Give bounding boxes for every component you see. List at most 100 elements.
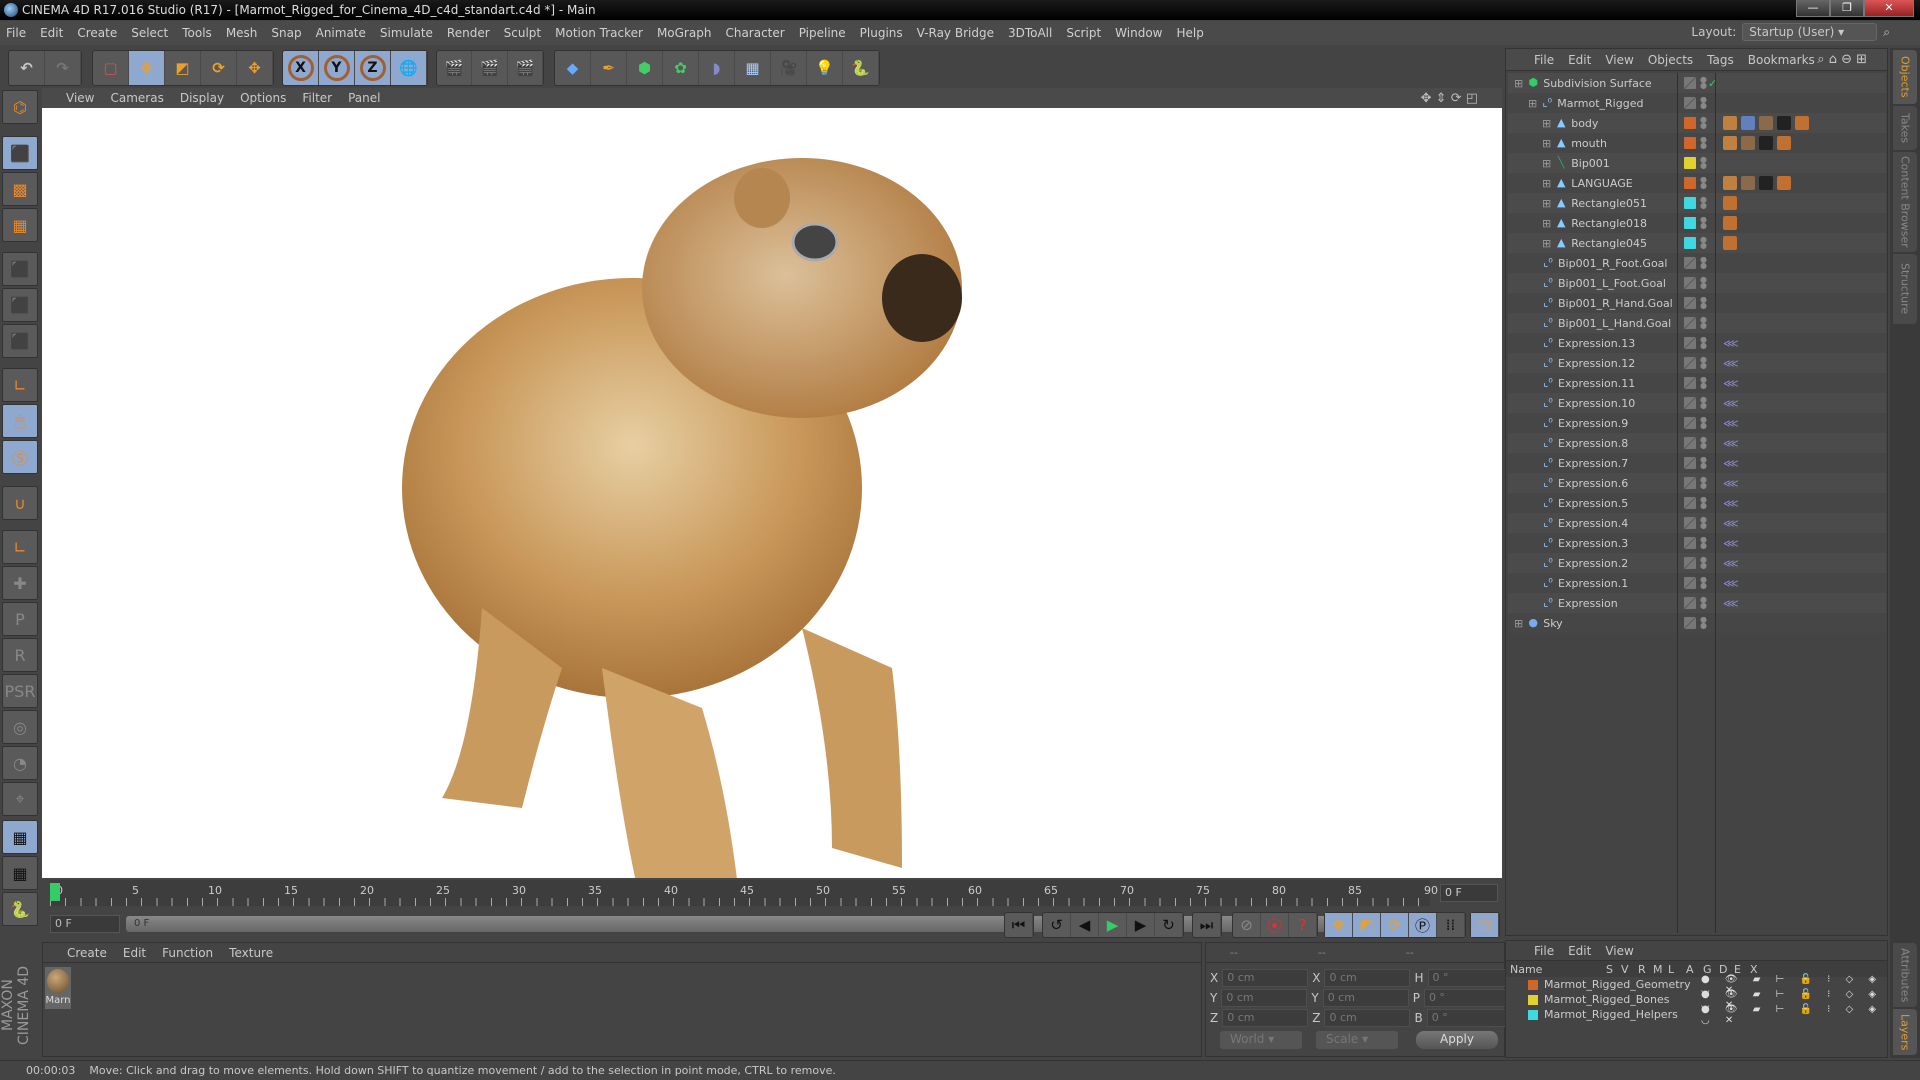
object-row[interactable]: ⌞⁰ Expression.11 ● ● ⋘ <box>1508 373 1886 393</box>
material-menu-function[interactable]: Function <box>162 946 213 960</box>
xpresso-tag-icon[interactable]: ⋘ <box>1723 577 1739 590</box>
layer-column-header[interactable]: S <box>1606 963 1613 976</box>
layer-color-swatch[interactable] <box>1684 577 1696 589</box>
ik-pin-icon[interactable]: ⌖ <box>2 782 38 816</box>
layer-color-swatch[interactable] <box>1684 477 1696 489</box>
object-row[interactable]: ⌞⁰ Bip001_L_Foot.Goal ● ● <box>1508 273 1886 293</box>
render-view-icon[interactable]: 🎬 <box>437 51 473 85</box>
object-row[interactable]: ⊞ ▲ mouth ● ● <box>1508 133 1886 153</box>
xpresso-tag-icon[interactable]: ⋘ <box>1723 417 1739 430</box>
visibility-dots-icon[interactable]: ● ● <box>1700 416 1707 430</box>
object-tag-icon[interactable] <box>1795 116 1809 130</box>
pos-y-field[interactable]: 0 cm <box>1221 989 1308 1007</box>
layer-color-swatch[interactable] <box>1684 257 1696 269</box>
object-row[interactable]: ⊞ ▲ body ● ● <box>1508 113 1886 133</box>
expand-icon[interactable]: ⊞ <box>1542 157 1551 170</box>
visibility-dots-icon[interactable]: ● ● <box>1700 516 1707 530</box>
layer-color-swatch[interactable] <box>1684 377 1696 389</box>
python-icon[interactable]: 🐍 <box>843 51 879 85</box>
objects-menu-bookmarks[interactable]: Bookmarks <box>1748 53 1815 67</box>
menu-pipeline[interactable]: Pipeline <box>799 26 846 40</box>
expand-icon[interactable]: ⊞ <box>1542 237 1551 250</box>
object-row[interactable]: ⌞⁰ Expression.8 ● ● ⋘ <box>1508 433 1886 453</box>
y-axis-lock[interactable]: Y <box>319 51 355 85</box>
object-row[interactable]: ⌞⁰ Expression.6 ● ● ⋘ <box>1508 473 1886 493</box>
layer-color-swatch[interactable] <box>1528 979 1538 990</box>
layer-color-swatch[interactable] <box>1684 277 1696 289</box>
tab-structure[interactable]: Structure <box>1893 254 1917 324</box>
object-name[interactable]: Marmot_Rigged <box>1557 97 1643 110</box>
visibility-dots-icon[interactable]: ● ● <box>1700 356 1707 370</box>
visibility-dots-icon[interactable]: ● ● <box>1700 576 1707 590</box>
rot-h-field[interactable]: 0 ° <box>1427 969 1514 987</box>
go-to-end-button[interactable]: ⏭ <box>1193 913 1221 937</box>
rot-b-field[interactable]: 0 ° <box>1426 1009 1513 1027</box>
objects-menu-file[interactable]: File <box>1534 53 1554 67</box>
object-name[interactable]: Bip001 <box>1571 157 1610 170</box>
object-row[interactable]: ⊞ ⬢ Subdivision Surface ● ● ✓ <box>1508 73 1886 93</box>
layer-color-swatch[interactable] <box>1684 437 1696 449</box>
z-axis-lock[interactable]: Z <box>355 51 391 85</box>
layer-color-swatch[interactable] <box>1684 597 1696 609</box>
layer-color-swatch[interactable] <box>1684 117 1696 129</box>
layer-color-swatch[interactable] <box>1528 1009 1538 1020</box>
layer-column-header[interactable]: R <box>1638 963 1646 976</box>
expand-icon[interactable]: ⊞ <box>1542 117 1551 130</box>
object-name[interactable]: Expression.3 <box>1558 537 1628 550</box>
size-y-field[interactable]: 0 cm <box>1322 989 1409 1007</box>
viewport-menu-cameras[interactable]: Cameras <box>110 91 163 105</box>
object-row[interactable]: ⊞ ╲ Bip001 ● ● <box>1508 153 1886 173</box>
axis-mode-icon[interactable]: ∟ <box>2 368 38 402</box>
visibility-dots-icon[interactable]: ● ● <box>1700 276 1707 290</box>
expand-icon[interactable]: ⊞ <box>1542 197 1551 210</box>
visibility-dots-icon[interactable]: ● ● <box>1700 336 1707 350</box>
object-tag-icon[interactable] <box>1759 136 1773 150</box>
visibility-dots-icon[interactable]: ● ● <box>1700 196 1707 210</box>
object-name[interactable]: Expression.13 <box>1558 337 1635 350</box>
viewport-menu-filter[interactable]: Filter <box>302 91 332 105</box>
object-tag-icon[interactable] <box>1777 116 1791 130</box>
object-name[interactable]: Rectangle051 <box>1571 197 1647 210</box>
object-name[interactable]: Bip001_R_Foot.Goal <box>1558 257 1667 270</box>
xpresso-tag-icon[interactable]: ⋘ <box>1723 557 1739 570</box>
object-tag-icon[interactable] <box>1723 116 1737 130</box>
menu-tools[interactable]: Tools <box>182 26 212 40</box>
object-name[interactable]: Expression <box>1558 597 1618 610</box>
menu-script[interactable]: Script <box>1066 26 1101 40</box>
coordinate-system-icon[interactable]: 🌐 <box>391 51 427 85</box>
menu-snap[interactable]: Snap <box>271 26 301 40</box>
transform-tool-icon[interactable]: ✥ <box>237 51 273 85</box>
visibility-dots-icon[interactable]: ● ● <box>1700 456 1707 470</box>
object-name[interactable]: Bip001_L_Foot.Goal <box>1558 277 1666 290</box>
material-menu-edit[interactable]: Edit <box>123 946 146 960</box>
object-tag-icon[interactable] <box>1723 136 1737 150</box>
deformer-bend-icon[interactable]: ◗ <box>699 51 735 85</box>
minimize-button[interactable]: — <box>1796 0 1830 17</box>
render-settings-icon[interactable]: 🎬 <box>508 51 543 85</box>
visibility-dots-icon[interactable]: ● ● <box>1700 316 1707 330</box>
layer-color-swatch[interactable] <box>1684 537 1696 549</box>
xpresso-tag-icon[interactable]: ⋘ <box>1723 517 1739 530</box>
search-icon[interactable]: ⌕ <box>1883 25 1890 40</box>
menu-window[interactable]: Window <box>1115 26 1162 40</box>
tab-objects[interactable]: Objects <box>1893 50 1917 104</box>
previous-frame-button[interactable]: ◀ <box>1071 913 1099 937</box>
object-name[interactable]: Expression.4 <box>1558 517 1628 530</box>
expand-icon[interactable]: ⊞ <box>1542 137 1551 150</box>
layers-menu-file[interactable]: File <box>1534 944 1554 958</box>
xpresso-tag-icon[interactable]: ⋘ <box>1723 397 1739 410</box>
render-picture-viewer-icon[interactable]: 🎬 <box>472 51 508 85</box>
object-name[interactable]: Rectangle018 <box>1571 217 1647 230</box>
pos-z-field[interactable]: 0 cm <box>1222 1009 1309 1027</box>
python-icon[interactable]: 🐍 <box>2 892 38 926</box>
layer-color-swatch[interactable] <box>1684 497 1696 509</box>
object-name[interactable]: Bip001_L_Hand.Goal <box>1558 317 1671 330</box>
grid-lock-icon[interactable]: ▦ <box>2 820 38 854</box>
tweak-mode-icon[interactable]: 🖱 <box>2 404 38 438</box>
xpresso-tag-icon[interactable]: ⋘ <box>1723 477 1739 490</box>
menu-help[interactable]: Help <box>1176 26 1203 40</box>
object-row[interactable]: ⌞⁰ Expression.4 ● ● ⋘ <box>1508 513 1886 533</box>
menu-mesh[interactable]: Mesh <box>226 26 258 40</box>
visibility-dots-icon[interactable]: ● ● <box>1700 156 1707 170</box>
layers-menu-view[interactable]: View <box>1605 944 1633 958</box>
